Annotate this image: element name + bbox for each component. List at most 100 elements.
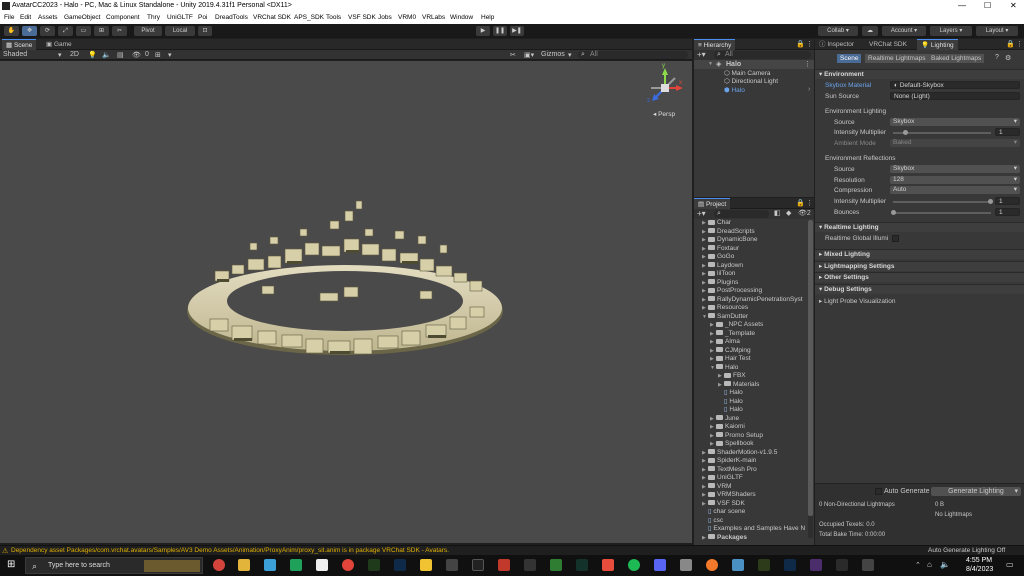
- project-item[interactable]: ▼ SamDutter: [702, 313, 748, 321]
- project-item[interactable]: ▶ _Template: [710, 330, 755, 338]
- subtab-scene[interactable]: Scene: [837, 54, 862, 63]
- app-icon-9[interactable]: [420, 559, 432, 571]
- compression-dropdown[interactable]: Auto ▾: [890, 186, 1020, 194]
- photoshop-icon-2[interactable]: [784, 559, 796, 571]
- project-item[interactable]: ▶ SpiderK-main: [702, 457, 756, 465]
- menu-component[interactable]: Component: [106, 14, 140, 21]
- unity-taskbar-icon[interactable]: [862, 559, 874, 571]
- gizmos-dropdown[interactable]: Gizmos: [541, 51, 565, 58]
- app-icon-22[interactable]: [758, 559, 770, 571]
- section-debug-settings[interactable]: ▾ Debug Settings: [815, 284, 1024, 294]
- rotate-tool-button[interactable]: ⟳: [40, 26, 55, 36]
- layout-dropdown[interactable]: Layout ▾: [976, 26, 1018, 36]
- project-item[interactable]: ▶ ShaderMotion-v1.9.5: [702, 449, 777, 457]
- taskbar-time[interactable]: 4:55 PM: [966, 557, 992, 564]
- shading-mode-dropdown[interactable]: Shaded: [3, 51, 27, 58]
- project-item[interactable]: ▼ Halo: [710, 364, 738, 372]
- scene-row[interactable]: ▼ ◈ Halo ⋮: [694, 60, 814, 69]
- project-item[interactable]: ▶ PostProcessing: [702, 287, 762, 295]
- menu-dots-icon[interactable]: ⋮: [806, 40, 813, 48]
- project-item[interactable]: ▶ Plugins: [702, 279, 738, 287]
- menu-unigltf[interactable]: UniGLTF: [167, 14, 193, 21]
- project-scrollbar[interactable]: [808, 220, 813, 538]
- menu-vrchat-sdk[interactable]: VRChat SDK: [253, 14, 291, 21]
- skybox-material-field[interactable]: ◐ Default-Skybox: [890, 81, 1020, 89]
- tab-vrchat-sdk[interactable]: VRChat SDK: [865, 39, 911, 50]
- app-icon-7[interactable]: [368, 559, 380, 571]
- section-mixed-lighting[interactable]: ▸ Mixed Lighting: [815, 249, 1024, 259]
- project-item[interactable]: ▶ Foxtaur: [702, 245, 739, 253]
- app-icon-11[interactable]: [472, 559, 484, 571]
- hierarchy-item-directional-light[interactable]: ⬡ Directional Light: [724, 77, 778, 85]
- project-item[interactable]: ▶ Alma: [710, 338, 740, 346]
- sun-source-field[interactable]: None (Light): [890, 92, 1020, 100]
- menu-vsf-sdk[interactable]: VSF SDK: [348, 14, 376, 21]
- env-intensity-knob[interactable]: [903, 130, 908, 135]
- menu-assets[interactable]: Assets: [38, 14, 58, 21]
- menu-dots-icon[interactable]: ⋮: [806, 199, 813, 207]
- mode-2d-toggle[interactable]: 2D: [70, 51, 79, 58]
- hierarchy-item-halo[interactable]: ⬢ Halo: [724, 86, 745, 94]
- project-item[interactable]: ▶ FBX: [718, 372, 746, 380]
- auto-generate-checkbox[interactable]: [875, 488, 882, 495]
- project-item[interactable]: ▶ VSF SDK: [702, 500, 745, 508]
- refl-source-dropdown[interactable]: Skybox ▾: [890, 165, 1020, 173]
- section-lightmapping-settings[interactable]: ▸ Lightmapping Settings: [815, 261, 1024, 271]
- bounces-knob[interactable]: [891, 210, 896, 215]
- console-warning-message[interactable]: Dependency asset Packages/com.vrchat.ava…: [11, 547, 449, 554]
- lock-icon[interactable]: 🔒: [796, 40, 805, 48]
- app-icon-4[interactable]: [290, 559, 302, 571]
- windows-start-icon[interactable]: ⊞: [7, 559, 15, 570]
- project-item[interactable]: ▶ VRM: [702, 483, 731, 491]
- help-icon[interactable]: ?: [995, 54, 999, 61]
- project-item[interactable]: ▶ Promo Setup: [710, 432, 763, 440]
- app-icon-3[interactable]: [264, 559, 276, 571]
- subtab-baked-lightmaps[interactable]: Baked Lightmaps: [928, 54, 985, 63]
- lock-icon[interactable]: 🔒: [1006, 40, 1015, 48]
- account-dropdown[interactable]: Account ▾: [882, 26, 926, 36]
- project-item[interactable]: ▯ Halo: [718, 406, 743, 414]
- taskbar-date[interactable]: 8/4/2023: [966, 566, 993, 573]
- scene-viewport[interactable]: y x z ◂ Persp: [0, 61, 692, 543]
- expand-arrow-icon[interactable]: ▼: [708, 61, 713, 67]
- persp-label[interactable]: ◂ Persp: [653, 110, 675, 118]
- tab-lighting[interactable]: 💡 Lighting: [917, 39, 958, 50]
- app-icon-19[interactable]: [680, 559, 692, 571]
- photoshop-icon[interactable]: [394, 559, 406, 571]
- app-icon-15[interactable]: [576, 559, 588, 571]
- app-icon-21[interactable]: [732, 559, 744, 571]
- section-other-settings[interactable]: ▸ Other Settings: [815, 272, 1024, 282]
- create-plus-icon[interactable]: +▾: [697, 50, 706, 59]
- generate-lighting-button[interactable]: Generate Lighting ▾: [931, 487, 1021, 496]
- filter-label-icon[interactable]: ◆: [786, 209, 791, 217]
- project-item[interactable]: ▶ Spellbook: [710, 440, 754, 448]
- network-icon[interactable]: ⌂: [927, 560, 932, 569]
- menu-window[interactable]: Window: [450, 14, 473, 21]
- project-item[interactable]: ▶ lilToon: [702, 270, 735, 278]
- project-item[interactable]: ▶ GoGo: [702, 253, 734, 261]
- hand-tool-button[interactable]: ✋: [4, 26, 19, 36]
- snap-button[interactable]: ⊡: [198, 26, 212, 36]
- project-item[interactable]: ▶ Laydown: [702, 262, 743, 270]
- effects-toggle-icon[interactable]: ▤: [117, 51, 124, 59]
- minimize-button[interactable]: —: [958, 1, 966, 10]
- menu-aps-sdk[interactable]: APS_SDK: [294, 14, 324, 21]
- tab-inspector[interactable]: ⓘ Inspector: [815, 39, 858, 50]
- collab-dropdown[interactable]: Collab ▾: [818, 26, 858, 36]
- transform-tool-button[interactable]: ⊞: [94, 26, 109, 36]
- app-icon-16[interactable]: [602, 559, 614, 571]
- bounces-slider[interactable]: [893, 212, 991, 214]
- project-item[interactable]: ▶ Packages: [702, 534, 747, 542]
- scene-search-input[interactable]: ⌕ All: [578, 51, 688, 59]
- lock-icon[interactable]: 🔒: [796, 199, 805, 207]
- menu-thry[interactable]: Thry: [147, 14, 160, 21]
- menu-jobs[interactable]: Jobs: [378, 14, 392, 21]
- settings-icon[interactable]: ⚙: [1005, 54, 1011, 62]
- menu-dots-icon[interactable]: ⋮: [1016, 40, 1023, 48]
- section-realtime-lighting[interactable]: ▾ Realtime Lighting: [815, 222, 1024, 232]
- menu-tools[interactable]: Tools: [326, 14, 341, 21]
- taskbar-search-input[interactable]: ⌕ Type here to search: [25, 557, 203, 574]
- menu-vrm0[interactable]: VRM0: [398, 14, 416, 21]
- bounces-field[interactable]: 1: [995, 208, 1020, 216]
- camera-icon[interactable]: ▣▾: [524, 51, 534, 59]
